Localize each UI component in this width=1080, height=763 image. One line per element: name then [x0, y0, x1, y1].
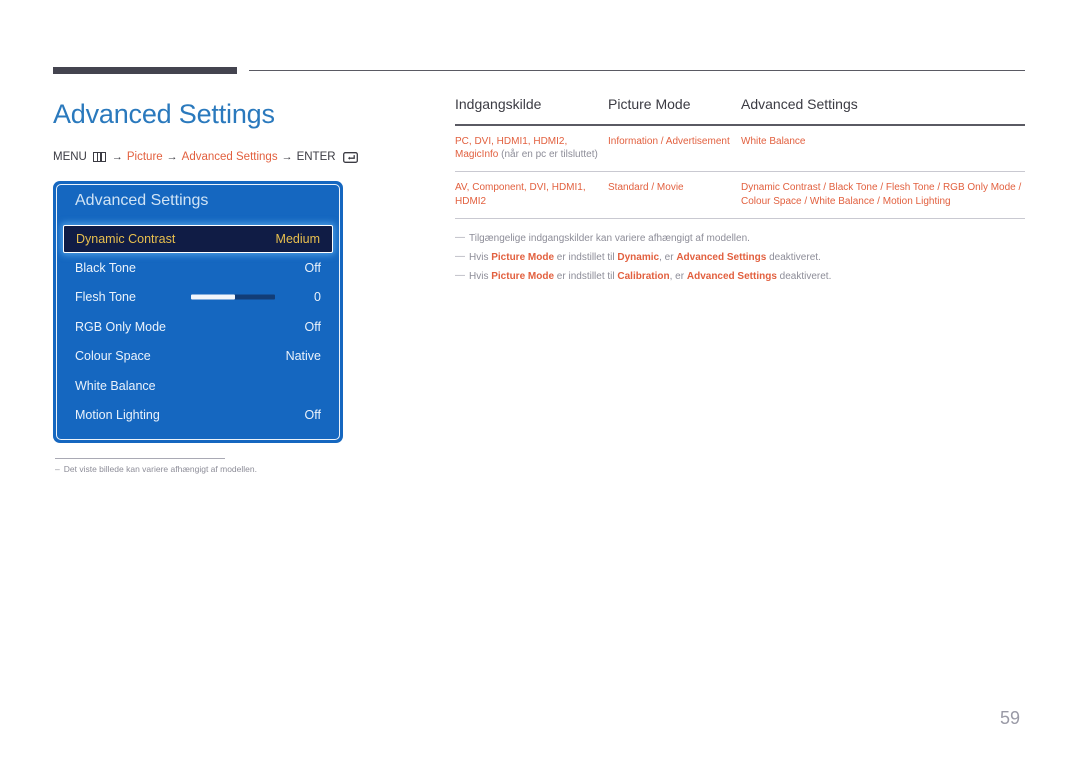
breadcrumb: MENU → Picture → Advanced Settings → ENT… [53, 151, 358, 163]
page-number: 59 [1000, 708, 1021, 728]
osd-row-label: Flesh Tone [75, 290, 136, 305]
osd-row-colour-space[interactable]: Colour Space Native [63, 342, 333, 372]
breadcrumb-arrow-2: → [166, 151, 178, 163]
table-rule-bottom [455, 217, 1025, 219]
footnote-dash: — [455, 270, 465, 281]
table-cell-source-note: (når en pc er tilsluttet) [498, 149, 598, 161]
table-cell-source-main: AV, Component, DVI, HDMI1, HDMI2 [455, 182, 586, 207]
osd-row-value: Off [304, 408, 321, 423]
footnote-term: Picture Mode [491, 271, 555, 282]
osd-row-white-balance[interactable]: White Balance [63, 371, 333, 401]
table-header-row: Indgangskilde Picture Mode Advanced Sett… [455, 96, 1025, 124]
footnote: — Tilgængelige indgangskilder kan variere… [455, 232, 1025, 244]
osd-row-black-tone[interactable]: Black Tone Off [63, 253, 333, 283]
breadcrumb-item-advanced-settings[interactable]: Advanced Settings [182, 151, 278, 163]
page-title: Advanced Settings [53, 99, 275, 129]
osd-menu-panel: Advanced Settings Dynamic Contrast Medium… [53, 181, 343, 443]
table-header-indgangskilde: Indgangskilde [455, 96, 542, 112]
breadcrumb-arrow-3: → [281, 151, 293, 163]
footnote-term: Advanced Settings [676, 252, 767, 263]
table-row: AV, Component, DVI, HDMI1, HDMI2 Standar… [455, 172, 1025, 218]
left-footnote-dash: – [55, 464, 60, 474]
table-cell-advanced: White Balance [741, 135, 806, 147]
osd-row-label: RGB Only Mode [75, 319, 167, 334]
table-header-advanced-settings: Advanced Settings [741, 96, 858, 112]
enter-return-icon [342, 151, 358, 163]
breadcrumb-enter-label: ENTER [296, 151, 336, 163]
footnote-text: , er [659, 252, 677, 263]
osd-row-flesh-tone[interactable]: Flesh Tone 0 [63, 283, 333, 313]
footnote-dash: — [455, 232, 465, 243]
left-footnote-text: Det viste billede kan variere afhængigt … [63, 464, 257, 474]
reference-table: Indgangskilde Picture Mode Advanced Sett… [455, 96, 1025, 219]
table-cell-source: AV, Component, DVI, HDMI1, HDMI2 [455, 181, 608, 209]
footnote-text: Hvis [469, 252, 492, 263]
left-footnote-rule [55, 458, 225, 459]
table-header-picture-mode: Picture Mode [608, 96, 691, 112]
osd-row-value: Off [304, 319, 321, 334]
footnote: — Hvis Picture Mode er indstillet til Cal… [455, 270, 1025, 282]
footnote-text: er indstillet til [554, 271, 618, 282]
osd-row-label: Colour Space [75, 349, 151, 364]
left-footnote: – Det viste billede kan variere afhængigt… [55, 464, 257, 474]
header-rule-thick [53, 67, 237, 74]
breadcrumb-arrow-1: → [111, 151, 123, 163]
osd-panel-title: Advanced Settings [75, 192, 209, 209]
osd-row-slider-fill [191, 294, 235, 300]
footnote-term: Picture Mode [491, 252, 555, 263]
table-row: PC, DVI, HDMI1, HDMI2, MagicInfo (når en… [455, 126, 1025, 172]
footnote-term: Calibration [617, 271, 670, 282]
osd-row-value: Native [285, 349, 321, 364]
header-rule-thin [249, 70, 1025, 71]
menu-grid-icon [92, 152, 106, 162]
osd-row-label: Black Tone [75, 260, 136, 275]
osd-row-label: Motion Lighting [75, 408, 160, 423]
footnote-dash: — [455, 251, 465, 262]
footnote-text: deaktiveret. [766, 252, 821, 263]
breadcrumb-item-picture[interactable]: Picture [127, 151, 163, 163]
footnote-text: Tilgængelige indgangskilder kan variere … [469, 233, 750, 244]
osd-row-dynamic-contrast[interactable]: Dynamic Contrast Medium [63, 225, 333, 253]
footnote-text: Hvis [469, 271, 492, 282]
osd-row-label: White Balance [75, 378, 156, 393]
osd-row-value: Off [304, 260, 321, 275]
osd-row-slider[interactable] [191, 294, 275, 300]
osd-row-label: Dynamic Contrast [76, 232, 176, 246]
table-cell-picture-mode: Information / Advertisement [608, 135, 730, 147]
osd-menu-list: Dynamic Contrast Medium Black Tone Off Flesh… [63, 225, 333, 430]
osd-row-value: 0 [314, 290, 321, 305]
table-cell-source: PC, DVI, HDMI1, HDMI2, MagicInfo (når en… [455, 135, 608, 163]
footnote-term: Advanced Settings [686, 271, 777, 282]
footnote-text: deaktiveret. [776, 271, 832, 282]
osd-row-value: Medium [275, 232, 320, 246]
osd-row-rgb-only-mode[interactable]: RGB Only Mode Off [63, 312, 333, 342]
footnote-text: , er [669, 271, 687, 282]
footnote-text: er indstillet til [554, 252, 618, 263]
footnote-term: Dynamic [617, 252, 660, 263]
table-cell-picture-mode: Standard / Movie [608, 182, 684, 194]
table-cell-advanced: Dynamic Contrast / Black Tone / Flesh To… [741, 182, 1022, 207]
footnote: — Hvis Picture Mode er indstillet til Dyn… [455, 251, 1025, 263]
footnote-list: — Tilgængelige indgangskilder kan variere… [455, 232, 1025, 291]
breadcrumb-menu-label: MENU [53, 151, 87, 163]
osd-row-motion-lighting[interactable]: Motion Lighting Off [63, 401, 333, 431]
